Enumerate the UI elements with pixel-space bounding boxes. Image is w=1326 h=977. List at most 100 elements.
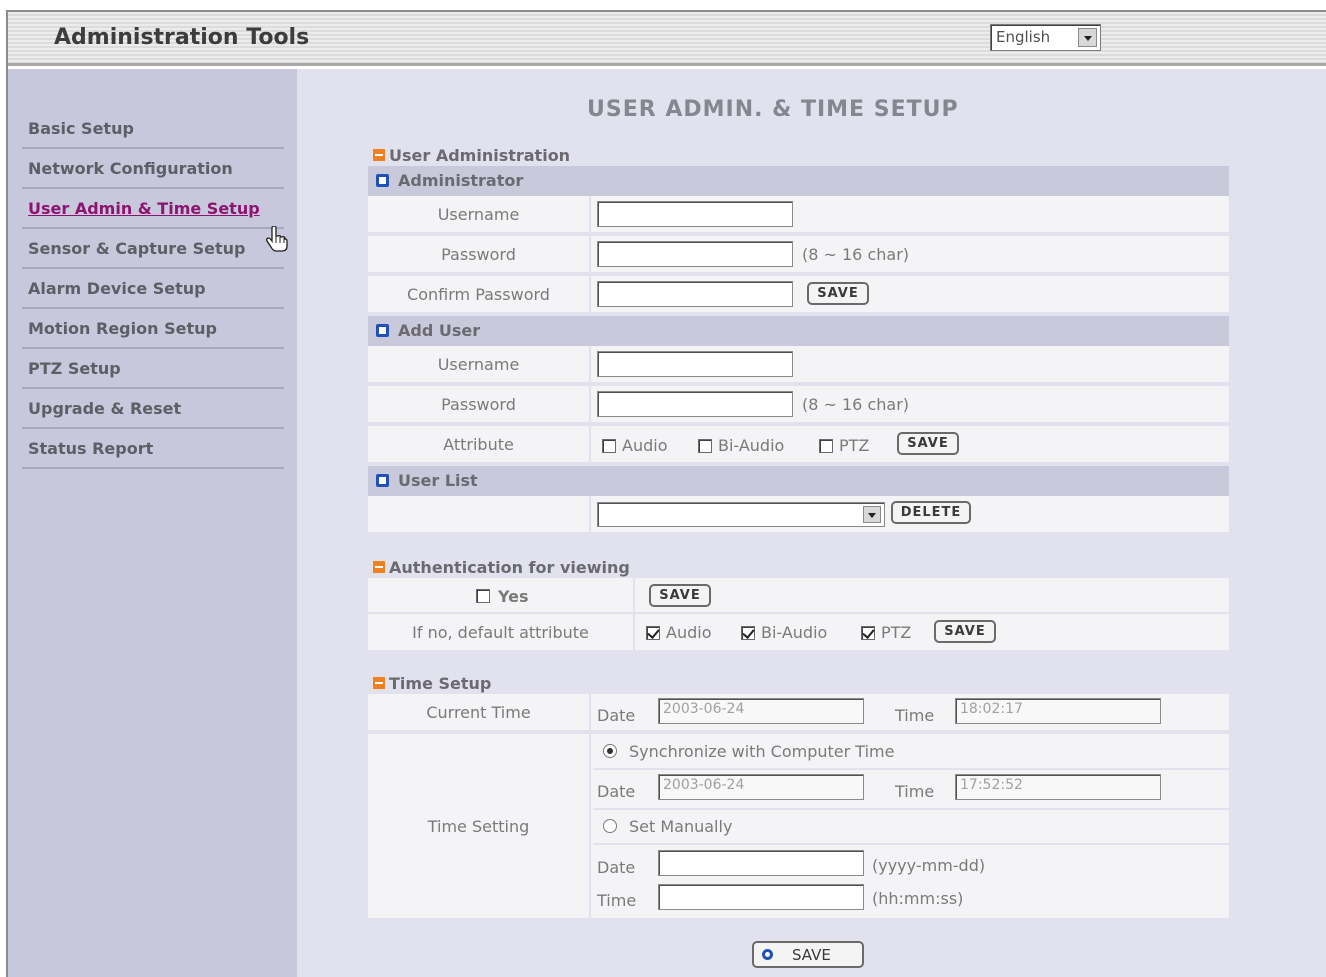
set-manually-radio[interactable] (603, 819, 617, 833)
section-bullet-icon (373, 561, 385, 573)
time-label: Time (895, 706, 935, 725)
sidebar-item-alarm-device-setup[interactable]: Alarm Device Setup (22, 269, 284, 309)
admin-username-row: Username (368, 196, 1229, 234)
audio-label: Audio (622, 436, 668, 455)
default-audio-label: Audio (666, 623, 712, 642)
sidebar-item-label: Basic Setup (28, 119, 134, 138)
section-title: Authentication for viewing (389, 558, 630, 577)
main-content: USER ADMIN. & TIME SETUP User Administra… (297, 69, 1326, 977)
divider (593, 768, 1229, 770)
default-attribute-save-button[interactable]: SAVE (934, 620, 996, 643)
add-user-attribute-row: Attribute Audio Bi-Audio PTZ SAVE (368, 426, 1229, 464)
field-label (368, 496, 591, 532)
save-icon (762, 949, 773, 960)
sidebar-item-ptz-setup[interactable]: PTZ Setup (22, 349, 284, 389)
field-label: Username (368, 196, 591, 232)
auth-save-button[interactable]: SAVE (649, 584, 711, 607)
admin-confirm-password-input[interactable] (597, 281, 793, 307)
sidebar-item-label: Network Configuration (28, 159, 233, 178)
subsection-administrator: Administrator (368, 166, 1229, 196)
delete-user-button[interactable]: DELETE (891, 501, 971, 524)
add-user-password-input[interactable] (597, 391, 793, 417)
app-title: Administration Tools (54, 25, 310, 50)
section-title: User Administration (389, 146, 571, 165)
time-setting-block: Time Setting Synchronize with Computer T… (368, 734, 1229, 920)
ptz-checkbox[interactable] (819, 439, 833, 453)
sidebar-item-basic-setup[interactable]: Basic Setup (22, 109, 284, 149)
sidebar-item-label: Status Report (28, 439, 154, 458)
field-label: If no, default attribute (368, 614, 635, 650)
sidebar-item-motion-region-setup[interactable]: Motion Region Setup (22, 309, 284, 349)
admin-username-input[interactable] (597, 201, 793, 227)
admin-password-row: Password (8 ~ 16 char) (368, 236, 1229, 274)
current-date-field: 2003-06-24 (658, 698, 864, 724)
sidebar-item-user-admin-time-setup[interactable]: User Admin & Time Setup (22, 189, 284, 229)
audio-checkbox[interactable] (602, 439, 616, 453)
subsection-user-list: User List (368, 466, 1229, 496)
sidebar-item-label: Motion Region Setup (28, 319, 217, 338)
bi-audio-checkbox[interactable] (698, 439, 712, 453)
password-hint: (8 ~ 16 char) (802, 395, 910, 414)
admin-password-input[interactable] (597, 241, 793, 267)
default-audio-checkbox[interactable] (646, 626, 660, 640)
manual-time-input[interactable] (658, 884, 864, 910)
app-window: Administration Tools English Basic Setup… (6, 10, 1326, 977)
date-label: Date (597, 706, 636, 725)
current-time-field: 18:02:17 (955, 698, 1161, 724)
sync-computer-radio[interactable] (603, 744, 617, 758)
user-list-select[interactable] (597, 502, 885, 527)
field-label: Password (368, 386, 591, 422)
default-bi-audio-label: Bi-Audio (761, 623, 828, 642)
section-title: Time Setup (389, 674, 492, 693)
field-label: Attribute (368, 426, 591, 462)
date-label: Date (597, 858, 636, 877)
section-authentication: Authentication for viewing (373, 558, 630, 577)
field-label: Current Time (368, 694, 591, 730)
default-bi-audio-checkbox[interactable] (741, 626, 755, 640)
sidebar-item-label: Upgrade & Reset (28, 399, 182, 418)
chevron-down-icon[interactable] (1078, 28, 1097, 47)
default-ptz-checkbox[interactable] (861, 626, 875, 640)
field-label: Password (368, 236, 591, 272)
pc-time-field: 17:52:52 (955, 774, 1161, 800)
save-button[interactable]: SAVE (752, 941, 864, 968)
auth-yes-label: Yes (498, 587, 529, 606)
current-time-row: Current Time Date 2003-06-24 Time 18:02:… (368, 694, 1229, 732)
subsection-title: Administrator (398, 171, 524, 190)
bi-audio-label: Bi-Audio (718, 436, 785, 455)
sidebar: Basic Setup Network Configuration User A… (8, 69, 297, 977)
field-label: Confirm Password (368, 276, 591, 312)
header-bar: Administration Tools English (8, 12, 1326, 66)
sidebar-item-upgrade-reset[interactable]: Upgrade & Reset (22, 389, 284, 429)
default-ptz-label: PTZ (881, 623, 912, 642)
sidebar-item-label: Alarm Device Setup (28, 279, 206, 298)
time-label: Time (597, 891, 637, 910)
page-title: USER ADMIN. & TIME SETUP (587, 97, 959, 122)
square-bullet-icon (376, 474, 389, 487)
date-label: Date (597, 782, 636, 801)
chevron-down-icon[interactable] (863, 506, 881, 523)
add-user-password-row: Password (8 ~ 16 char) (368, 386, 1229, 424)
sidebar-item-network-configuration[interactable]: Network Configuration (22, 149, 284, 189)
language-select[interactable]: English (990, 24, 1101, 51)
date-format-hint: (yyyy-mm-dd) (872, 856, 986, 875)
auth-yes-row: Yes SAVE (368, 578, 1229, 614)
subsection-add-user: Add User (368, 316, 1229, 346)
field-label: Time Setting (368, 734, 591, 918)
subsection-title: User List (398, 471, 478, 490)
section-bullet-icon (373, 677, 385, 689)
add-user-save-button[interactable]: SAVE (897, 432, 959, 455)
divider (593, 808, 1229, 810)
save-button-label: SAVE (792, 946, 831, 964)
square-bullet-icon (376, 324, 389, 337)
sidebar-item-label: User Admin & Time Setup (28, 199, 260, 218)
password-hint: (8 ~ 16 char) (802, 245, 910, 264)
sidebar-item-sensor-capture-setup[interactable]: Sensor & Capture Setup (22, 229, 284, 269)
field-label: Username (368, 346, 591, 382)
admin-save-button[interactable]: SAVE (807, 282, 869, 305)
auth-yes-checkbox[interactable] (476, 589, 490, 603)
sidebar-item-status-report[interactable]: Status Report (22, 429, 284, 469)
manual-date-input[interactable] (658, 850, 864, 876)
square-bullet-icon (376, 174, 389, 187)
add-user-username-input[interactable] (597, 351, 793, 377)
